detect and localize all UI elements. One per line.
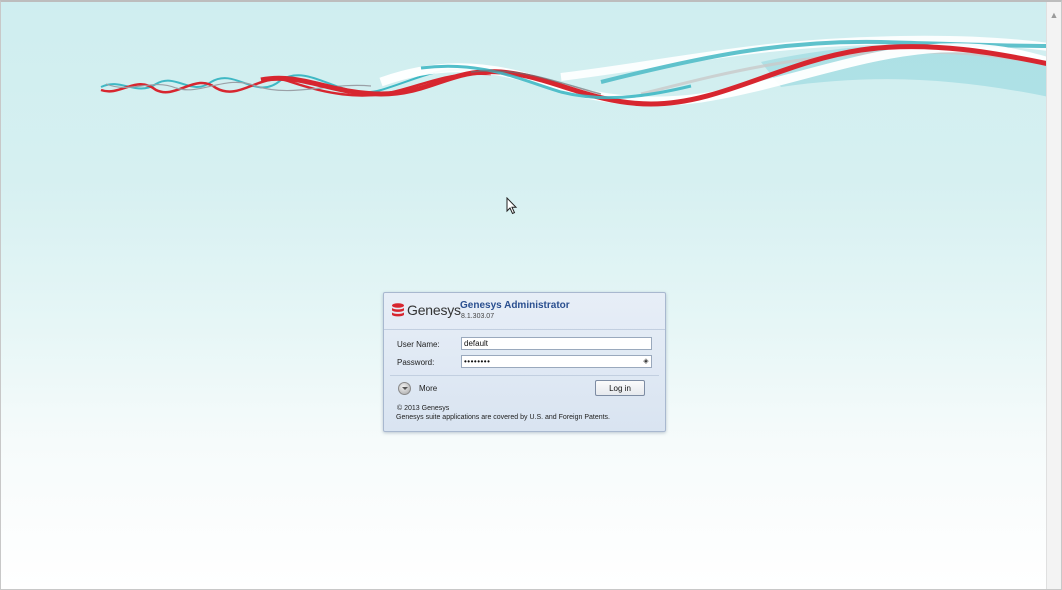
login-button[interactable]: Log in <box>595 380 645 396</box>
dialog-header: Genesys Genesys Administrator 8.1.303.07 <box>384 293 665 330</box>
password-label: Password: <box>397 358 435 367</box>
password-input[interactable] <box>461 355 652 368</box>
scroll-up-arrow-icon[interactable]: ▲ <box>1049 10 1059 20</box>
username-label: User Name: <box>397 340 440 349</box>
copyright-text: © 2013 Genesys <box>397 405 450 412</box>
mouse-pointer-icon <box>506 197 518 215</box>
dialog-divider <box>390 375 659 376</box>
more-options-toggle[interactable]: More <box>398 382 458 396</box>
username-input[interactable] <box>461 337 652 350</box>
expand-more-icon[interactable] <box>398 382 411 395</box>
app-title: Genesys Administrator <box>460 300 570 311</box>
brand-name: Genesys <box>407 302 461 318</box>
reveal-password-icon[interactable]: ◈ <box>642 358 650 366</box>
patent-notice: Genesys suite applications are covered b… <box>396 414 611 421</box>
vertical-scrollbar[interactable]: ▲ <box>1046 2 1061 589</box>
genesys-logo-icon <box>392 303 404 317</box>
app-version: 8.1.303.07 <box>461 313 495 320</box>
browser-viewport: ▲ Genesys Genesys Administrator 8.1.303.… <box>0 0 1062 590</box>
login-dialog: Genesys Genesys Administrator 8.1.303.07… <box>383 292 666 432</box>
decorative-ribbon-swirl <box>100 35 1051 107</box>
more-label: More <box>419 384 438 393</box>
